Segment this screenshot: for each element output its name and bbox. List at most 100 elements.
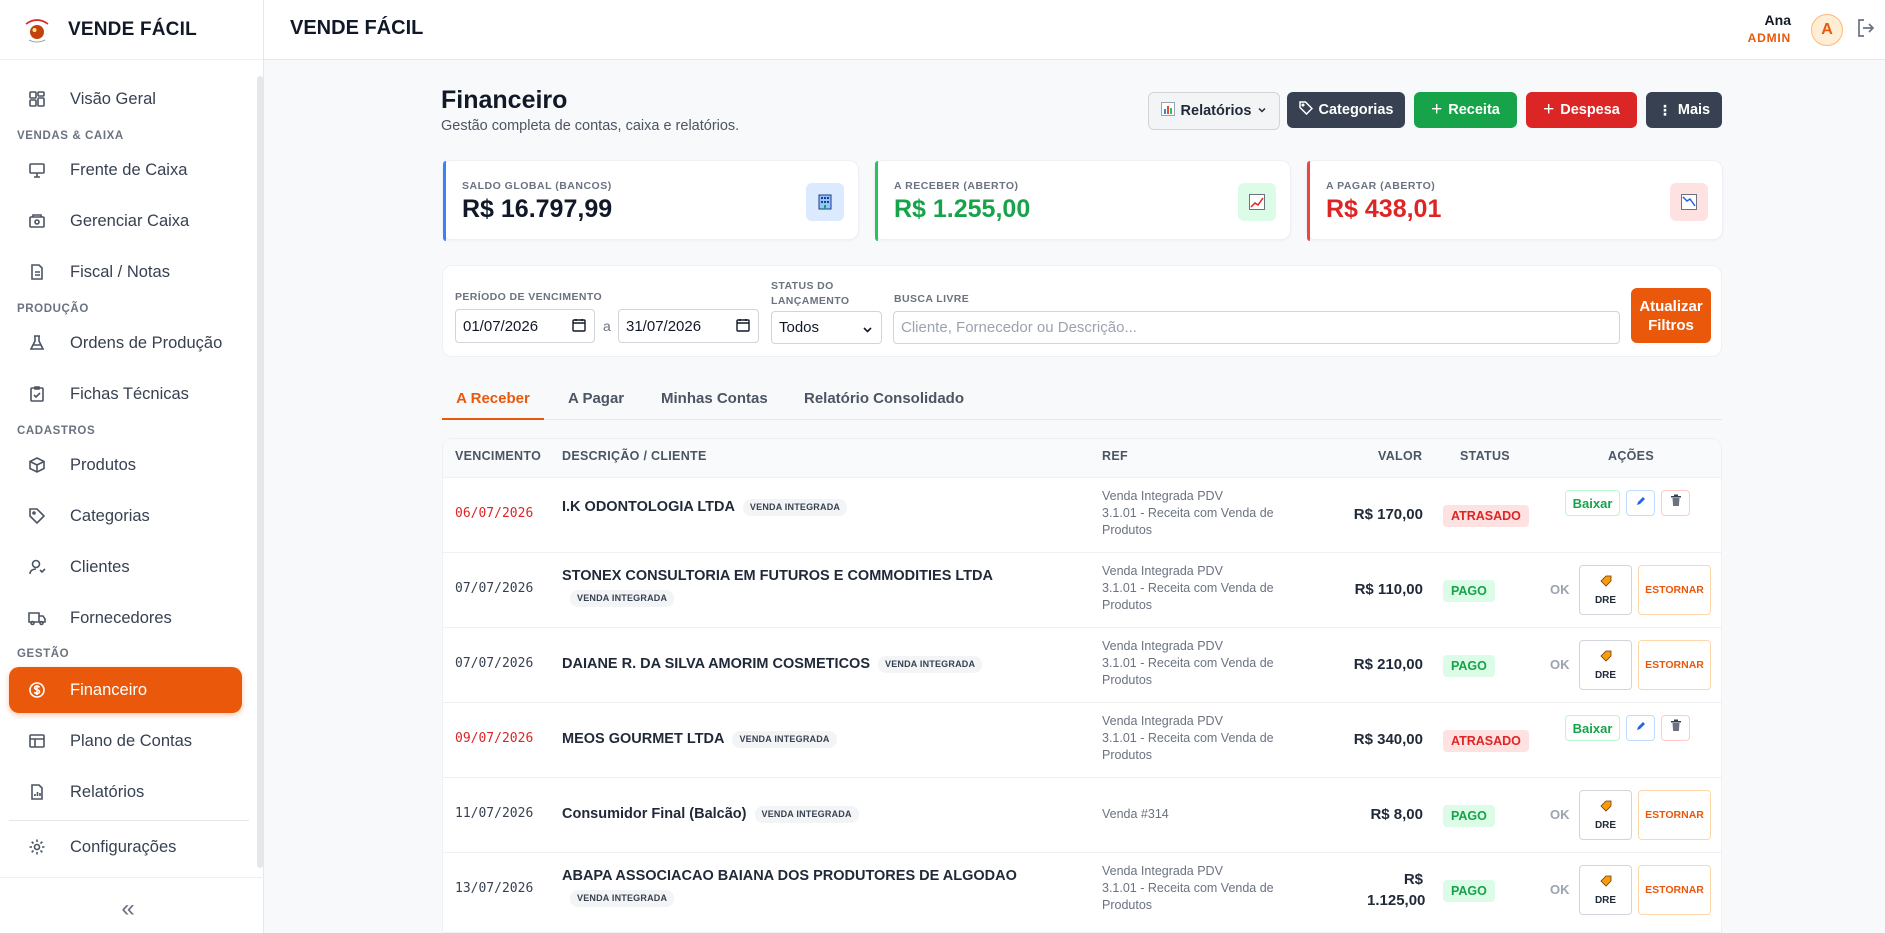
reverse-button[interactable]: ESTORNAR xyxy=(1638,565,1711,615)
stat-card-receivable: A RECEBER (ABERTO) R$ 1.255,00 xyxy=(874,160,1291,241)
date-from-input[interactable]: 01/07/2026 xyxy=(455,309,595,343)
stat-card-global-balance: SALDO GLOBAL (BANCOS) R$ 16.797,99 xyxy=(442,160,859,241)
pencil-icon xyxy=(1635,719,1647,737)
sidebar-scrollbar[interactable] xyxy=(257,76,263,868)
sidebar-section-producao: PRODUÇÃO xyxy=(17,303,89,315)
sidebar-item-label: Produtos xyxy=(70,455,137,474)
logout-icon[interactable] xyxy=(1855,17,1879,41)
sidebar-item-frente-de-caixa[interactable]: Frente de Caixa xyxy=(9,147,242,193)
delete-button[interactable] xyxy=(1661,715,1690,741)
sidebar-item-configuracoes[interactable]: Configurações xyxy=(9,824,242,870)
search-input[interactable]: Cliente, Fornecedor ou Descrição... xyxy=(893,311,1620,344)
status-label-line: LANÇAMENTO xyxy=(771,295,850,307)
sidebar-item-label: Categorias xyxy=(70,506,150,525)
sidebar-item-relatorios[interactable]: Relatórios xyxy=(9,769,242,815)
row-ref: Venda Integrada PDV 3.1.01 - Receita com… xyxy=(1102,638,1292,689)
clipboard-check-icon xyxy=(27,384,47,404)
settle-button[interactable]: Baixar xyxy=(1565,490,1620,516)
ok-label: OK xyxy=(1550,807,1570,822)
row-due-date: 13/07/2026 xyxy=(455,881,534,896)
edit-button[interactable] xyxy=(1626,715,1655,741)
sidebar-item-gerenciar-caixa[interactable]: Gerenciar Caixa xyxy=(9,198,242,244)
sidebar-item-label: Fiscal / Notas xyxy=(70,262,170,281)
reverse-button[interactable]: ESTORNAR xyxy=(1638,790,1711,840)
bar-chart-icon xyxy=(1160,102,1175,120)
dashboard-icon xyxy=(27,89,47,109)
dre-label: DRE xyxy=(1594,895,1617,906)
settle-button[interactable]: Baixar xyxy=(1565,715,1620,741)
sidebar-item-ordens-de-producao[interactable]: Ordens de Produção xyxy=(9,320,242,366)
tab-minhas-contas[interactable]: Minhas Contas xyxy=(661,390,768,420)
status-badge: PAGO xyxy=(1443,880,1495,902)
more-button[interactable]: ⋮ Mais xyxy=(1646,92,1722,128)
row-ref: Venda Integrada PDV 3.1.01 - Receita com… xyxy=(1102,713,1292,764)
brand-logo xyxy=(22,15,52,45)
row-client-name: DAIANE R. DA SILVA AMORIM COSMETICOS xyxy=(562,656,870,672)
trash-icon xyxy=(1670,719,1682,737)
categories-button[interactable]: Categorias xyxy=(1287,92,1405,128)
column-header-status: STATUS xyxy=(1460,449,1510,463)
column-header-actions: AÇÕES xyxy=(1608,449,1654,463)
delete-button[interactable] xyxy=(1661,490,1690,516)
date-to-input[interactable]: 31/07/2026 xyxy=(618,309,759,343)
sidebar-item-financeiro[interactable]: Financeiro xyxy=(9,667,242,713)
sidebar-item-produtos[interactable]: Produtos xyxy=(9,442,242,488)
status-badge: PAGO xyxy=(1443,805,1495,827)
add-expense-button[interactable]: + Despesa xyxy=(1526,92,1637,128)
ref-line: Venda #314 xyxy=(1102,807,1169,821)
dre-button[interactable]: DRE xyxy=(1579,865,1632,915)
filters-panel: PERÍODO DE VENCIMENTO 01/07/2026 a 31/07… xyxy=(442,265,1722,357)
ticket-icon xyxy=(1599,649,1612,667)
sidebar-item-fornecedores[interactable]: Fornecedores xyxy=(9,595,242,641)
row-due-date: 09/07/2026 xyxy=(455,731,534,746)
collapse-sidebar-button[interactable]: « xyxy=(112,897,144,922)
ref-line: Produtos xyxy=(1102,523,1153,537)
sidebar-item-fichas-tecnicas[interactable]: Fichas Técnicas xyxy=(9,371,242,417)
edit-button[interactable] xyxy=(1626,490,1655,516)
sidebar-item-fiscal-notas[interactable]: Fiscal / Notas xyxy=(9,249,242,295)
sidebar-item-label: Configurações xyxy=(70,837,177,856)
chevron-down-icon xyxy=(862,322,873,339)
tab-relatorio-consolidado[interactable]: Relatório Consolidado xyxy=(804,390,964,420)
row-due-date: 07/07/2026 xyxy=(455,656,534,671)
sidebar-item-clientes[interactable]: Clientes xyxy=(9,544,242,590)
status-badge: ATRASADO xyxy=(1443,730,1529,752)
card-label: A PAGAR (ABERTO) xyxy=(1326,180,1436,192)
column-header-due: VENCIMENTO xyxy=(455,449,542,463)
row-ref: Venda Integrada PDV 3.1.01 - Receita com… xyxy=(1102,563,1292,614)
card-value: R$ 1.255,00 xyxy=(894,195,1031,223)
add-income-button[interactable]: + Receita xyxy=(1414,92,1517,128)
stat-card-payable: A PAGAR (ABERTO) R$ 438,01 xyxy=(1306,160,1723,241)
tag-icon xyxy=(1298,101,1313,119)
row-description: I.K ODONTOLOGIA LTDA VENDA INTEGRADA xyxy=(562,496,1082,518)
apply-filters-button[interactable]: Atualizar Filtros xyxy=(1631,288,1711,343)
row-description: DAIANE R. DA SILVA AMORIM COSMETICOS VEND… xyxy=(562,653,1082,675)
dre-button[interactable]: DRE xyxy=(1579,565,1632,615)
reverse-button[interactable]: ESTORNAR xyxy=(1638,640,1711,690)
package-icon xyxy=(27,455,47,475)
dre-label: DRE xyxy=(1594,820,1617,831)
status-badge: PAGO xyxy=(1443,655,1495,677)
calendar-icon xyxy=(572,318,586,336)
dre-button[interactable]: DRE xyxy=(1579,790,1632,840)
user-icon xyxy=(27,557,47,577)
row-client-name: I.K ODONTOLOGIA LTDA xyxy=(562,499,735,515)
dre-button[interactable]: DRE xyxy=(1579,640,1632,690)
sidebar-item-label: Gerenciar Caixa xyxy=(70,211,190,230)
row-ref: Venda Integrada PDV 3.1.01 - Receita com… xyxy=(1102,863,1292,914)
brand[interactable]: VENDE FÁCIL xyxy=(0,0,263,60)
sidebar-item-label: Frente de Caixa xyxy=(70,160,188,179)
sidebar-item-categorias[interactable]: Categorias xyxy=(9,493,242,539)
row-due-date: 11/07/2026 xyxy=(455,806,534,821)
tab-a-pagar[interactable]: A Pagar xyxy=(568,390,624,420)
row-value: R$ 110,00 xyxy=(1354,581,1423,598)
status-label-line: STATUS DO xyxy=(771,280,834,292)
reports-dropdown-button[interactable]: Relatórios xyxy=(1148,92,1280,130)
tab-a-receber[interactable]: A Receber xyxy=(442,390,544,420)
sidebar-item-visao-geral[interactable]: Visão Geral xyxy=(9,76,242,122)
reverse-button[interactable]: ESTORNAR xyxy=(1638,865,1711,915)
sidebar-item-plano-de-contas[interactable]: Plano de Contas xyxy=(9,718,242,764)
avatar[interactable]: A xyxy=(1811,14,1843,46)
row-description: MEOS GOURMET LTDA VENDA INTEGRADA xyxy=(562,728,1082,750)
status-select[interactable]: Todos xyxy=(771,311,882,344)
